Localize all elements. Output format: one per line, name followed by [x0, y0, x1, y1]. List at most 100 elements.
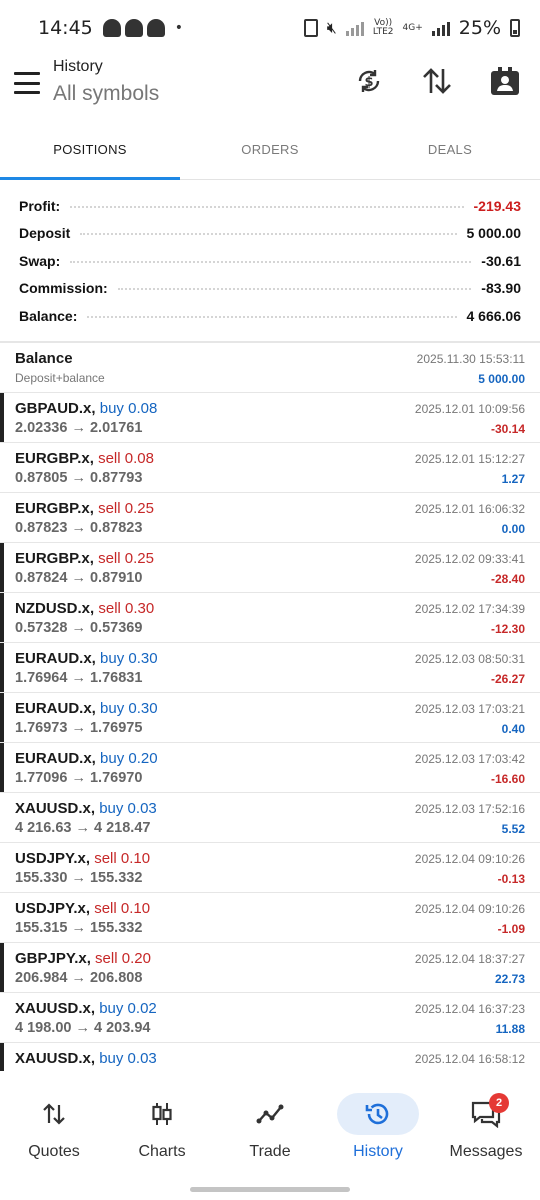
status-right: 🔇︎ Vo)) LTE2 4G+ 25% — [303, 17, 520, 39]
summary-commission: Commission: -83.90 — [19, 280, 521, 297]
snapchat-icon — [146, 19, 165, 37]
commission-value: -83.90 — [481, 280, 521, 297]
signal-icon — [345, 20, 364, 36]
profit-value: -219.43 — [473, 197, 521, 214]
position-row[interactable]: USDJPY.x, sell 0.10 155.315 → 155.332 2025… — [0, 893, 540, 943]
report-icon[interactable] — [488, 64, 522, 98]
position-row[interactable]: NZDUSD.x, sell 0.30 0.57328 → 0.57369 2025… — [0, 593, 540, 643]
status-time: 14:45 — [38, 17, 93, 39]
summary-swap: Swap: -30.61 — [19, 252, 521, 269]
nav-charts[interactable]: Charts — [108, 1081, 216, 1171]
deposit-value: 5 000.00 — [466, 225, 522, 242]
position-time: 2025.12.03 17:03:42 — [414, 752, 525, 766]
tab-positions[interactable]: POSITIONS — [0, 120, 180, 180]
position-time: 2025.12.01 16:06:32 — [414, 502, 525, 516]
currency-exchange-icon[interactable]: $ — [352, 64, 386, 98]
nav-history[interactable]: History — [324, 1081, 432, 1171]
position-row[interactable]: XAUUSD.x, buy 0.03 4 216.63 → 4 218.47 202… — [0, 793, 540, 843]
position-row[interactable]: EURGBP.x, sell 0.25 0.87823 → 0.87823 2025… — [0, 493, 540, 543]
symbol-filter[interactable]: All symbols — [53, 82, 159, 106]
balance-row-amount: 5 000.00 — [478, 372, 525, 386]
app-header: History All symbols $ — [0, 56, 540, 120]
nav-quotes[interactable]: Quotes — [0, 1081, 108, 1171]
position-row[interactable]: GBPJPY.x, sell 0.20 206.984 → 206.808 2025… — [0, 943, 540, 993]
position-symbol: EURGBP.x, sell 0.25 — [15, 500, 154, 517]
position-profit: 0.00 — [501, 522, 525, 536]
position-prices: 206.984 → 206.808 — [15, 970, 143, 986]
position-time: 2025.12.04 18:37:27 — [414, 952, 525, 966]
position-profit: -28.40 — [490, 572, 525, 586]
position-symbol: XAUUSD.x, buy 0.03 — [15, 1050, 157, 1067]
menu-icon[interactable] — [14, 72, 40, 94]
position-row[interactable]: EURAUD.x, buy 0.20 1.77096 → 1.76970 2025.… — [0, 743, 540, 793]
tab-deals[interactable]: DEALS — [360, 120, 540, 179]
balance-row[interactable]: Balance Deposit+balance 2025.11.30 15:53… — [0, 343, 540, 393]
tab-orders[interactable]: ORDERS — [180, 120, 360, 179]
position-symbol: EURAUD.x, buy 0.30 — [15, 700, 158, 717]
position-symbol: USDJPY.x, sell 0.10 — [15, 850, 151, 867]
page-title: History — [53, 58, 103, 75]
position-side: buy 0.08 — [99, 400, 158, 417]
position-time: 2025.12.04 09:10:26 — [414, 902, 525, 916]
position-profit: -0.13 — [497, 872, 525, 886]
svg-text:$: $ — [364, 75, 373, 90]
position-symbol: GBPJPY.x, sell 0.20 — [15, 950, 151, 967]
signal-icon-2 — [431, 20, 450, 36]
position-side: sell 0.10 — [94, 900, 151, 917]
position-profit: -1.09 — [497, 922, 525, 936]
position-profit: 11.88 — [495, 1022, 525, 1036]
balance-row-time: 2025.11.30 15:53:11 — [416, 352, 525, 366]
position-profit: 0.40 — [501, 722, 525, 736]
position-symbol: EURGBP.x, sell 0.25 — [15, 550, 154, 567]
notification-icons — [102, 19, 165, 37]
position-time: 2025.12.03 17:03:21 — [414, 702, 525, 716]
position-symbol: GBPAUD.x, buy 0.08 — [15, 400, 158, 417]
position-row[interactable]: EURGBP.x, sell 0.25 0.87824 → 0.87910 2025… — [0, 543, 540, 593]
position-prices: 0.87824 → 0.87910 — [15, 570, 143, 586]
position-profit: -16.60 — [490, 772, 525, 786]
position-row[interactable]: EURAUD.x, buy 0.30 1.76964 → 1.76831 2025.… — [0, 643, 540, 693]
position-profit: 22.73 — [494, 972, 525, 986]
position-time: 2025.12.03 17:52:16 — [414, 802, 525, 816]
position-row[interactable]: EURGBP.x, sell 0.08 0.87805 → 0.87793 2025… — [0, 443, 540, 493]
position-prices: 155.330 → 155.332 — [15, 870, 143, 886]
position-time: 2025.12.04 09:10:26 — [414, 852, 525, 866]
position-row[interactable]: GBPAUD.x, buy 0.08 2.02336 → 2.01761 2025.… — [0, 393, 540, 443]
position-row[interactable]: XAUUSD.x, buy 0.03 2025.12.04 16:58:12 — [0, 1043, 540, 1071]
bottom-nav: Quotes Charts Trade History 2 Messages — [0, 1081, 540, 1171]
nav-trade[interactable]: Trade — [216, 1081, 324, 1171]
position-profit: 5.52 — [501, 822, 525, 836]
position-prices: 2.02336 → 2.01761 — [15, 420, 143, 436]
position-prices: 1.76964 → 1.76831 — [15, 670, 143, 686]
quotes-icon — [13, 1093, 95, 1135]
battery-icon — [510, 19, 520, 37]
position-time: 2025.12.03 08:50:31 — [414, 652, 525, 666]
position-symbol: EURAUD.x, buy 0.20 — [15, 750, 158, 767]
nav-messages[interactable]: 2 Messages — [432, 1081, 540, 1171]
trade-icon — [229, 1093, 311, 1135]
position-side: sell 0.25 — [98, 550, 154, 567]
sort-icon[interactable] — [420, 64, 454, 98]
position-side: sell 0.10 — [94, 850, 151, 867]
position-prices: 0.87805 → 0.87793 — [15, 470, 143, 486]
home-indicator[interactable] — [190, 1187, 350, 1192]
position-time: 2025.12.01 15:12:27 — [414, 452, 525, 466]
position-time: 2025.12.04 16:37:23 — [414, 1002, 525, 1016]
clipboard-icon — [303, 19, 318, 37]
position-prices: 1.77096 → 1.76970 — [15, 770, 143, 786]
position-prices: 0.57328 → 0.57369 — [15, 620, 143, 636]
position-row[interactable]: USDJPY.x, sell 0.10 155.330 → 155.332 2025… — [0, 843, 540, 893]
position-row[interactable]: XAUUSD.x, buy 0.02 4 198.00 → 4 203.94 202… — [0, 993, 540, 1043]
messages-badge: 2 — [489, 1093, 509, 1113]
balance-row-title: Balance — [15, 350, 73, 367]
position-side: buy 0.30 — [100, 700, 158, 717]
position-profit: -12.30 — [490, 622, 525, 636]
position-row[interactable]: EURAUD.x, buy 0.30 1.76973 → 1.76975 2025.… — [0, 693, 540, 743]
summary-panel: Profit: -219.43 Deposit 5 000.00 Swap: -… — [0, 192, 540, 330]
network-type-label: 4G+ — [402, 22, 423, 33]
position-symbol: XAUUSD.x, buy 0.02 — [15, 1000, 157, 1017]
position-prices: 4 216.63 → 4 218.47 — [15, 820, 151, 836]
position-prices: 1.76973 → 1.76975 — [15, 720, 143, 736]
charts-icon — [121, 1093, 203, 1135]
position-side: sell 0.30 — [98, 600, 155, 617]
